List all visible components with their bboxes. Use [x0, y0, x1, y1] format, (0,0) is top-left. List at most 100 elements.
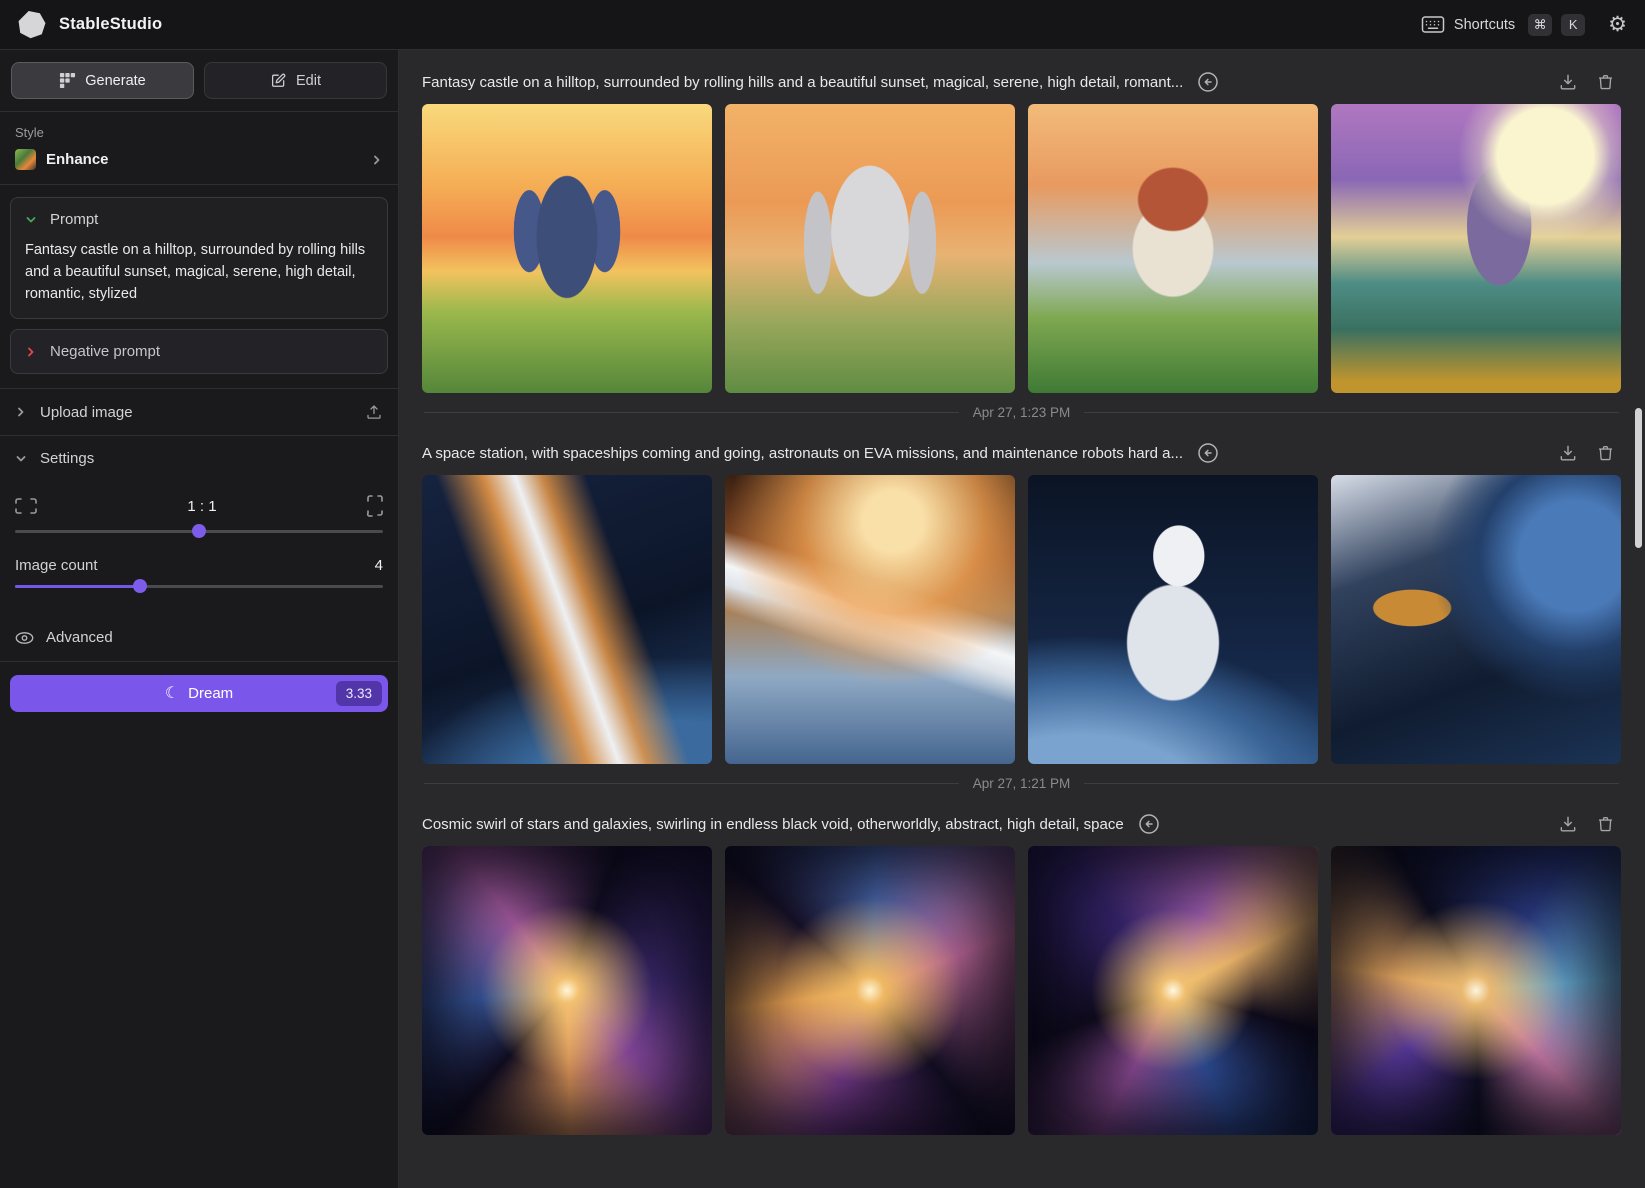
image-grid	[422, 104, 1621, 393]
landscape-ratio-icon[interactable]	[15, 498, 37, 514]
upload-image-label: Upload image	[40, 404, 133, 421]
style-thumbnail	[15, 149, 36, 170]
group-header: A space station, with spaceships coming …	[422, 431, 1621, 475]
trash-icon	[1596, 72, 1615, 92]
generation-group: Cosmic swirl of stars and galaxies, swir…	[422, 802, 1621, 1135]
download-group-button[interactable]	[1558, 443, 1578, 463]
prompt-input[interactable]: Fantasy castle on a hilltop, surrounded …	[25, 240, 373, 305]
scrollbar-thumb[interactable]	[1635, 408, 1642, 548]
generated-image[interactable]	[1028, 846, 1318, 1135]
style-label: Style	[15, 125, 383, 140]
portrait-ratio-icon[interactable]	[367, 495, 383, 517]
generated-image[interactable]	[725, 846, 1015, 1135]
image-count-value: 4	[375, 557, 383, 574]
keyboard-icon	[1421, 15, 1445, 34]
generated-image[interactable]	[422, 104, 712, 393]
settings-toggle-row[interactable]: Settings	[0, 435, 398, 481]
image-count-label: Image count	[15, 557, 98, 574]
timestamp-divider: Apr 27, 1:21 PM	[424, 764, 1619, 802]
aspect-ratio-slider[interactable]	[15, 521, 383, 541]
tab-generate-label: Generate	[85, 73, 145, 89]
download-icon	[1558, 72, 1578, 92]
chevron-down-icon	[25, 214, 37, 226]
generated-image[interactable]	[725, 104, 1015, 393]
chevron-right-icon	[15, 406, 27, 418]
aspect-ratio-value: 1 : 1	[37, 498, 367, 515]
group-actions	[1558, 72, 1615, 92]
group-prompt-text: Cosmic swirl of stars and galaxies, swir…	[422, 816, 1124, 833]
generation-group: A space station, with spaceships coming …	[422, 431, 1621, 802]
settings-label: Settings	[40, 450, 94, 467]
topbar-actions: Shortcuts ⌘ K ⚙	[1421, 14, 1627, 36]
tab-edit[interactable]: Edit	[204, 62, 387, 99]
generated-image[interactable]	[1331, 475, 1621, 764]
group-actions	[1558, 814, 1615, 834]
dream-button[interactable]: ☾ Dream 3.33	[10, 675, 388, 712]
generated-image[interactable]	[1331, 846, 1621, 1135]
group-header: Cosmic swirl of stars and galaxies, swir…	[422, 802, 1621, 846]
edit-pencil-icon	[270, 72, 287, 89]
chevron-right-icon	[371, 154, 383, 166]
trash-icon	[1596, 443, 1615, 463]
divider-line	[1084, 783, 1619, 784]
image-grid	[422, 846, 1621, 1135]
style-value: Enhance	[46, 151, 109, 168]
generation-feed: Fantasy castle on a hilltop, surrounded …	[400, 50, 1645, 1188]
reuse-prompt-icon[interactable]	[1137, 812, 1161, 836]
negative-prompt-card: Negative prompt	[10, 329, 388, 374]
app-title: StableStudio	[59, 15, 162, 34]
timestamp-divider: Apr 27, 1:23 PM	[424, 393, 1619, 431]
slider-thumb[interactable]	[192, 524, 206, 538]
style-selector[interactable]: Enhance	[15, 149, 383, 170]
upload-icon[interactable]	[365, 403, 383, 421]
moon-icon: ☾	[165, 686, 179, 702]
tab-generate[interactable]: Generate	[11, 62, 194, 99]
chevron-down-icon	[15, 453, 27, 465]
prompt-label: Prompt	[50, 211, 98, 228]
image-grid	[422, 475, 1621, 764]
image-count-slider[interactable]	[15, 576, 383, 596]
group-actions	[1558, 443, 1615, 463]
delete-group-button[interactable]	[1596, 443, 1615, 463]
generated-image[interactable]	[422, 846, 712, 1135]
download-group-button[interactable]	[1558, 72, 1578, 92]
mode-tabs: Generate Edit	[0, 50, 398, 112]
delete-group-button[interactable]	[1596, 72, 1615, 92]
tab-edit-label: Edit	[296, 73, 321, 89]
negative-prompt-label: Negative prompt	[50, 343, 160, 360]
group-prompt-text: A space station, with spaceships coming …	[422, 445, 1183, 462]
generated-image[interactable]	[1028, 475, 1318, 764]
download-icon	[1558, 814, 1578, 834]
generated-image[interactable]	[1028, 104, 1318, 393]
generated-image[interactable]	[1331, 104, 1621, 393]
group-prompt-text: Fantasy castle on a hilltop, surrounded …	[422, 74, 1183, 91]
generated-image[interactable]	[725, 475, 1015, 764]
trash-icon	[1596, 814, 1615, 834]
command-keycap: ⌘	[1528, 14, 1552, 36]
prompt-card-header[interactable]: Prompt	[25, 211, 373, 228]
aspect-ratio-row: 1 : 1	[15, 495, 383, 517]
download-group-button[interactable]	[1558, 814, 1578, 834]
upload-image-row[interactable]: Upload image	[0, 388, 398, 435]
top-bar: StableStudio Shortcuts ⌘ K ⚙	[0, 0, 1645, 50]
eye-icon	[15, 631, 34, 645]
timestamp: Apr 27, 1:23 PM	[973, 405, 1071, 420]
shortcuts-label[interactable]: Shortcuts	[1454, 17, 1515, 33]
prompt-card: Prompt Fantasy castle on a hilltop, surr…	[10, 197, 388, 319]
negative-prompt-header[interactable]: Negative prompt	[25, 343, 373, 360]
image-count-row: Image count 4	[15, 557, 383, 574]
settings-gear-icon[interactable]: ⚙	[1608, 14, 1627, 35]
advanced-label: Advanced	[46, 629, 113, 646]
divider-line	[424, 783, 959, 784]
generated-image[interactable]	[422, 475, 712, 764]
chevron-right-icon	[25, 346, 37, 358]
style-section: Style Enhance	[0, 112, 398, 185]
reuse-prompt-icon[interactable]	[1196, 441, 1220, 465]
slider-fill	[15, 585, 140, 588]
timestamp: Apr 27, 1:21 PM	[973, 776, 1071, 791]
advanced-toggle[interactable]: Advanced	[0, 614, 398, 661]
slider-thumb[interactable]	[133, 579, 147, 593]
sidebar: Generate Edit Style Enhance Prompt Fanta	[0, 50, 399, 1188]
reuse-prompt-icon[interactable]	[1196, 70, 1220, 94]
delete-group-button[interactable]	[1596, 814, 1615, 834]
